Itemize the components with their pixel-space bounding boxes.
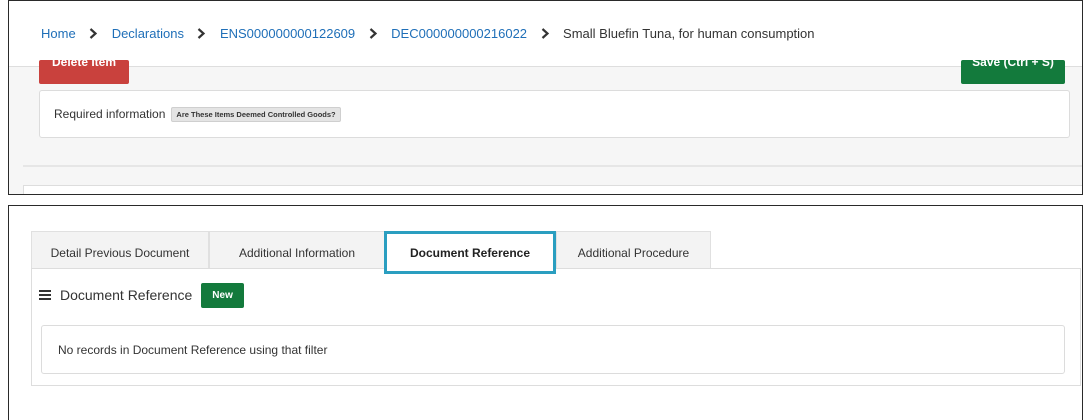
required-information-label: Required information [54,107,166,121]
required-information-box: Required information Are These Items Dee… [39,90,1070,138]
hamburger-menu-icon[interactable] [39,290,51,300]
delete-item-label: Delete Item [51,60,117,69]
declaration-item-panel: Home Declarations ENS000000000122609 DEC… [8,0,1083,195]
save-label: Save (Ctrl + S) [972,60,1054,69]
breadcrumb-current: Small Bluefin Tuna, for human consumptio… [563,26,815,41]
chevron-right-icon [184,28,220,39]
save-button[interactable]: Save (Ctrl + S) [961,60,1065,84]
next-section-card [23,185,1082,194]
empty-records-message: No records in Document Reference using t… [41,325,1065,374]
tab-document-reference[interactable]: Document Reference [384,231,556,274]
breadcrumb-home[interactable]: Home [41,26,76,41]
item-tabs-panel: Detail Previous Document Additional Info… [8,205,1083,420]
breadcrumb: Home Declarations ENS000000000122609 DEC… [9,1,1082,67]
breadcrumb-ens[interactable]: ENS000000000122609 [220,26,355,41]
document-reference-title: Document Reference [60,287,193,303]
controlled-goods-tag[interactable]: Are These Items Deemed Controlled Goods? [171,106,341,122]
new-document-reference-button[interactable]: New [201,282,244,308]
document-reference-header: Document Reference New [39,281,244,309]
breadcrumb-dec[interactable]: DEC000000000216022 [391,26,527,41]
chevron-right-icon [355,28,391,39]
chevron-right-icon [527,28,563,39]
chevron-right-icon [76,28,112,39]
delete-item-button[interactable]: Delete Item [39,60,129,84]
breadcrumb-declarations[interactable]: Declarations [112,26,184,41]
section-divider [23,165,1082,167]
